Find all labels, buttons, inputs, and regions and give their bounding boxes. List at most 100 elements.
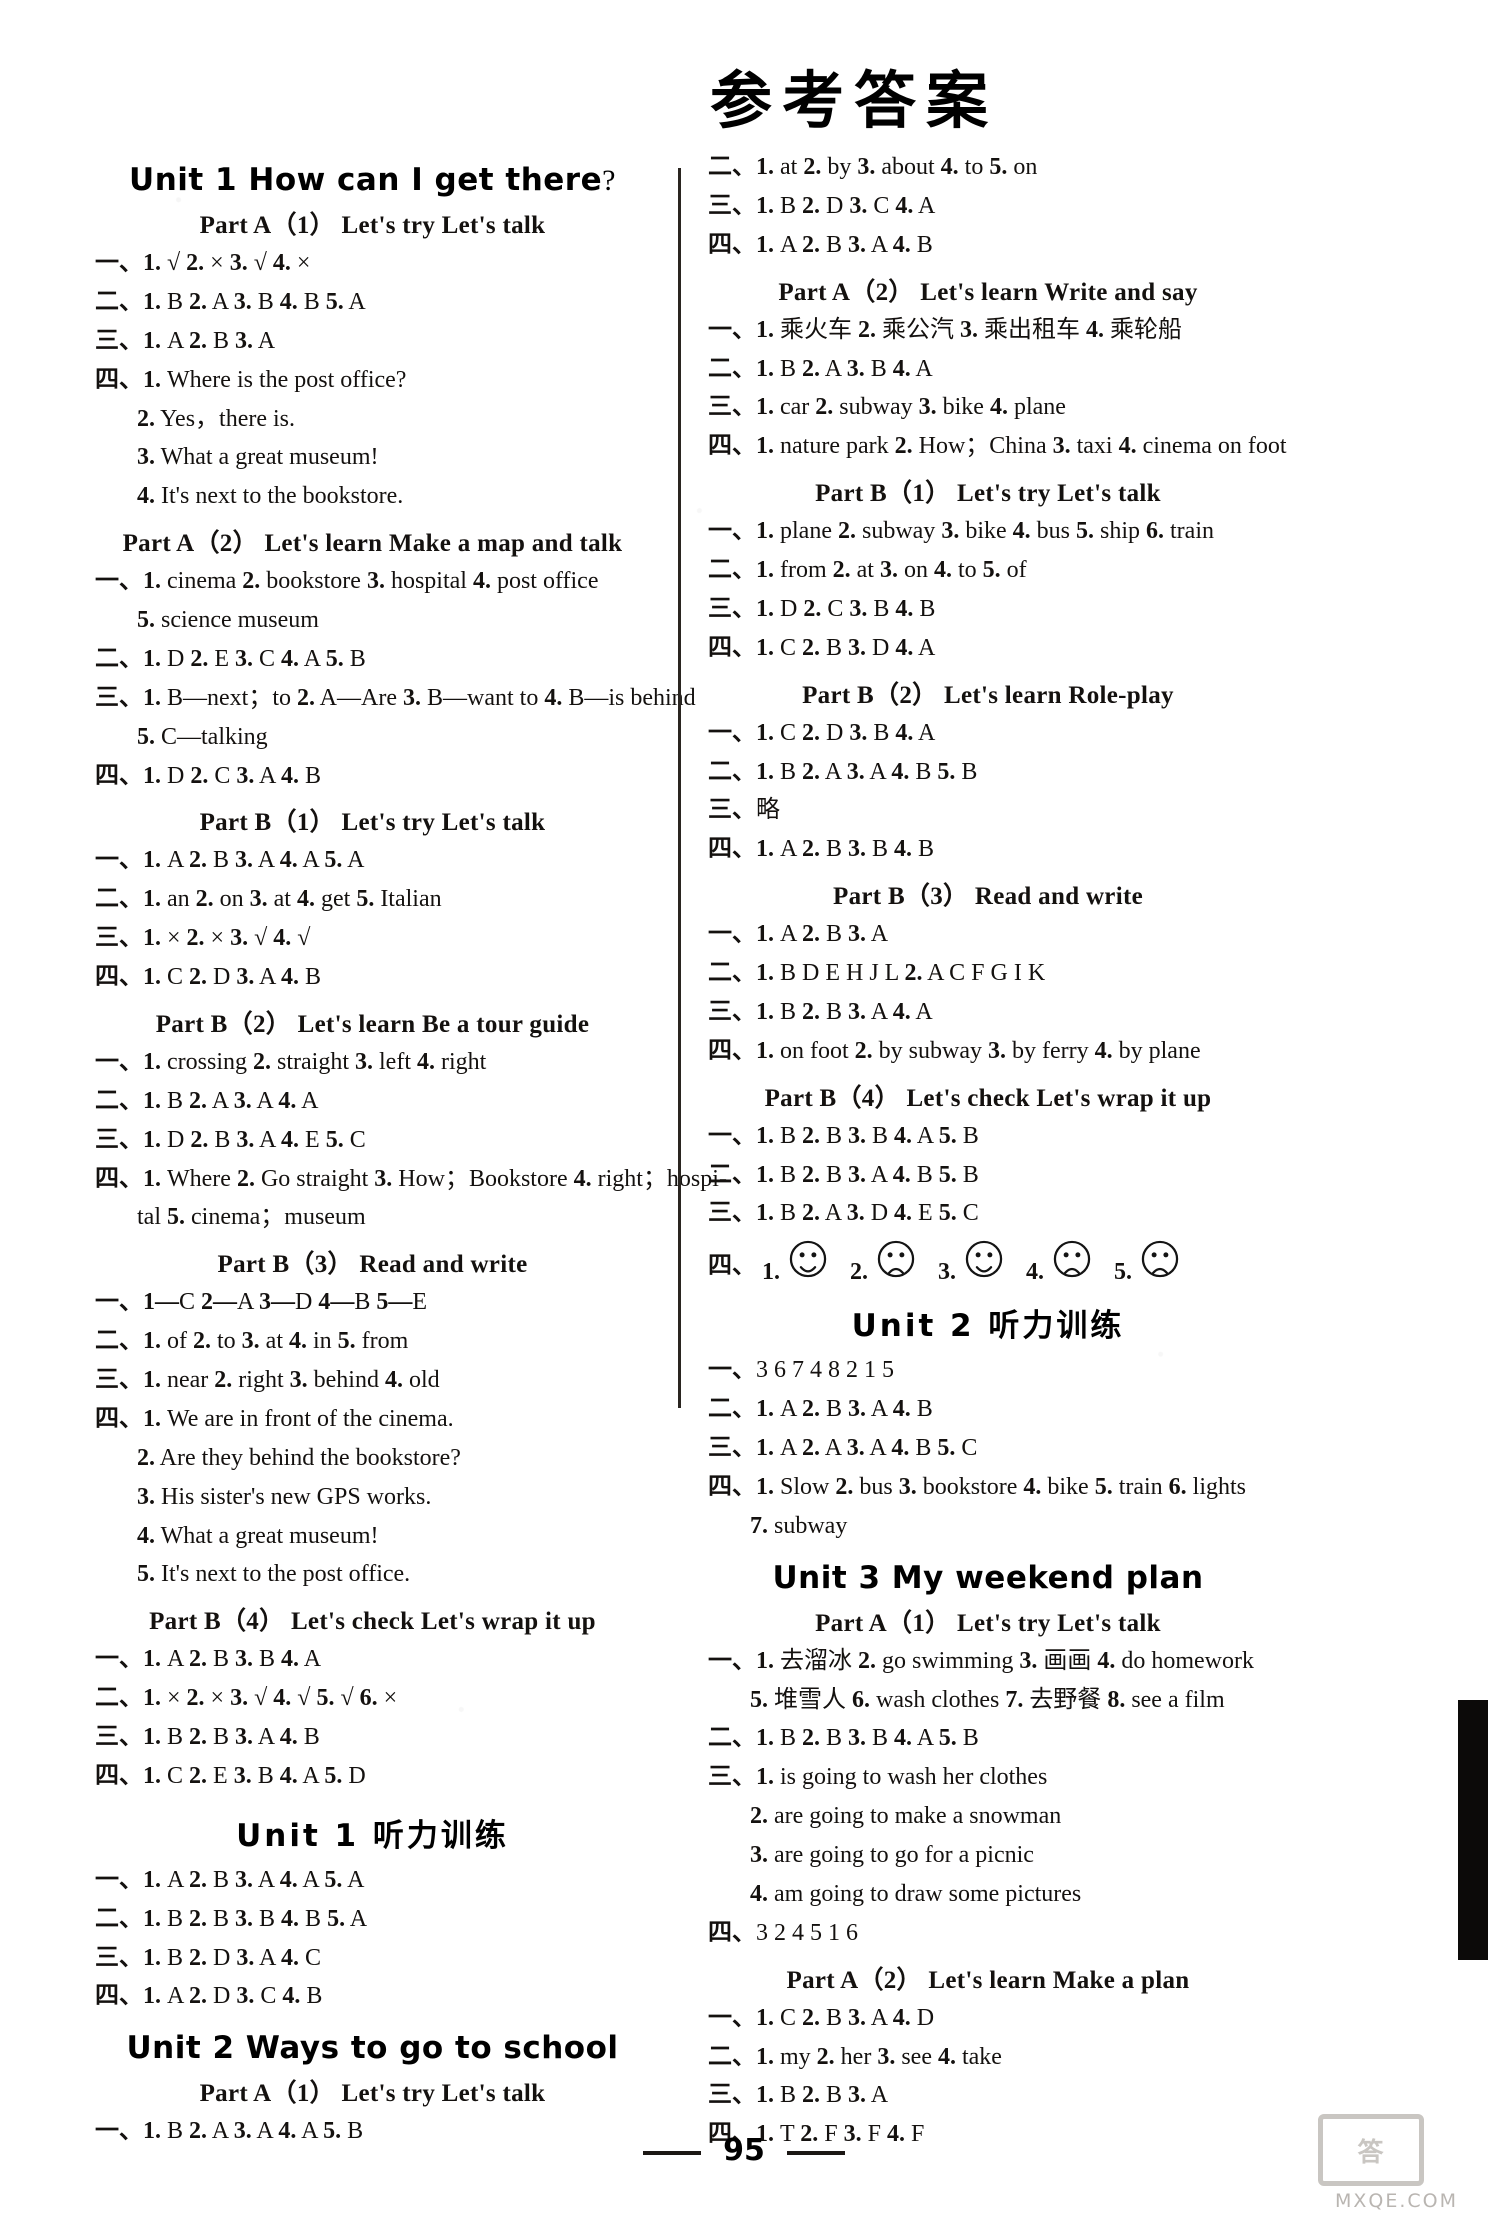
answer-number: 2. — [803, 595, 822, 622]
answer-line: 一、1. cinema 2. bookstore 3. hospital 4. … — [95, 568, 599, 595]
answer-number: 2. — [186, 925, 205, 952]
answer-number: 4. — [278, 1087, 297, 1114]
answer-number: 3. — [241, 1328, 260, 1355]
answer-group-label: 三、 — [95, 1126, 143, 1153]
answer-line: 四、1. A 2. B 3. A 4. B — [708, 231, 933, 258]
answer-group-label: 四、 — [708, 1037, 756, 1064]
answer-number: 2. — [242, 568, 261, 595]
answer-line: tal 5. cinema；museum — [137, 1204, 366, 1231]
answer-number: 3. — [235, 1724, 254, 1750]
unit-heading: Unit 2 Ways to go to school — [126, 2030, 619, 2067]
answer-number: 3. — [846, 355, 865, 382]
answer-group-label: 二、 — [95, 1087, 143, 1114]
answer-number: 2. — [189, 1087, 208, 1114]
answer-line: 5. science museum — [137, 607, 319, 633]
answer-number: 2. — [802, 758, 821, 785]
answer-number: 2. — [802, 1200, 821, 1227]
answer-line-faces: 四、 1. 2. 3. 4. 5. — [708, 1239, 1268, 1286]
answer-number: 5. — [137, 723, 155, 750]
answer-line: 三、1. B 2. B 3. A 4. A — [708, 998, 933, 1025]
answer-line: 4. It's next to the bookstore. — [137, 483, 404, 510]
answer-number: 1. — [756, 518, 774, 545]
part-heading: Part A（2） Let's learn Write and say — [778, 278, 1198, 306]
answer-group-label: 一、 — [708, 1357, 756, 1384]
part-heading: Part B（3） Read and write — [217, 1251, 528, 1279]
answer-number: 4. — [895, 634, 914, 661]
answer-line: 三、1. × 2. × 3. √ 4. √ — [95, 925, 311, 952]
answer-number: 4. — [895, 595, 914, 622]
answer-line: 三、1. A 2. B 3. A — [95, 327, 276, 354]
answer-number: 1. — [143, 1087, 161, 1114]
answer-group-label: 三、 — [708, 1200, 756, 1227]
answer-number: 4. — [384, 1367, 403, 1393]
answer-number: 3. — [848, 2004, 867, 2031]
answer-number: 2. — [189, 1866, 208, 1893]
answer-line: 三、1. B 2. D 3. A 4. C — [95, 1944, 322, 1971]
answer-number: 1. — [756, 634, 774, 661]
answer-number: 2. — [189, 1983, 208, 2010]
answer-number: 4. — [750, 1880, 768, 1907]
face-answer-item: 2. — [850, 1239, 916, 1286]
answer-line: 二、1. D 2. E 3. C 4. A 5. B — [95, 645, 366, 672]
answer-number: 1. — [143, 847, 161, 874]
answer-line: 四、1. Where 2. Go straight 3. How；Booksto… — [95, 1165, 727, 1192]
page-title: 参考答案 — [709, 64, 998, 137]
answer-number: 4. — [279, 847, 298, 874]
answer-line: 二、1. B 2. A 3. A 4. A — [95, 1087, 319, 1114]
answer-number: 2. — [190, 1126, 209, 1153]
answer-number: 3. — [289, 1367, 308, 1393]
answer-number: 3. — [877, 2043, 896, 2070]
answer-number: 2. — [803, 154, 822, 180]
answer-line: 一、1. crossing 2. straight 3. left 4. rig… — [95, 1048, 487, 1075]
answer-line: 三、1. B 2. D 3. C 4. A — [708, 192, 936, 219]
answer-number: 2. — [802, 1122, 821, 1149]
answer-line: 三、1. near 2. right 3. behind 4. old — [95, 1367, 440, 1393]
answer-group-label: 一、 — [708, 316, 756, 343]
answer-group-label: 一、 — [95, 1646, 143, 1673]
answer-number: 3. — [230, 925, 249, 952]
answer-number: 1. — [143, 925, 161, 952]
answer-line: 5. 堆雪人 6. wash clothes 7. 去野餐 8. see a f… — [750, 1686, 1225, 1713]
answer-group-label: 二、 — [95, 288, 143, 315]
answer-number: 3. — [848, 231, 867, 258]
answer-number: 1. — [756, 1161, 774, 1188]
answer-group-label: 二、 — [95, 645, 143, 672]
answer-group-label: 二、 — [708, 557, 756, 583]
answer-line: 2. are going to make a snowman — [750, 1803, 1062, 1830]
answer-number: 2. — [802, 1396, 821, 1423]
answer-number: 3. — [846, 1200, 865, 1227]
answer-number: 2. — [802, 2082, 821, 2109]
answer-line: 三、1. D 2. B 3. A 4. E 5. C — [95, 1126, 366, 1153]
answer-number: 1. — [143, 1126, 161, 1153]
answer-number: 1. — [143, 1762, 161, 1789]
answer-number: 1. — [756, 2004, 774, 2031]
answer-number: 4. — [279, 1762, 298, 1789]
answer-number: 1. — [756, 1473, 774, 1500]
answer-number: 4. — [281, 1944, 300, 1971]
answer-line: 4. am going to draw some pictures — [750, 1880, 1082, 1907]
sad-face-icon — [876, 1241, 916, 1285]
answer-number: 3. — [229, 250, 248, 276]
answer-number: 2. — [189, 1905, 208, 1932]
answer-number: 4. — [891, 1435, 910, 1461]
answer-group-label: 三、 — [708, 1435, 756, 1461]
answer-number: 2. — [195, 886, 214, 913]
answer-number: 5. — [1075, 518, 1094, 545]
answer-number: 3. — [848, 1725, 867, 1752]
answer-group-label: 一、 — [708, 1122, 756, 1149]
answer-line: 二、1. of 2. to 3. at 4. in 5. from — [95, 1328, 409, 1355]
answer-number: 1. — [143, 568, 161, 595]
answer-group-label: 二、 — [708, 1396, 756, 1423]
answer-number: 4. — [989, 394, 1008, 421]
answer-line: 二、1. from 2. at 3. on 4. to 5. of — [708, 557, 1027, 583]
answer-number: 5. — [750, 1686, 768, 1713]
answer-number: 3. — [848, 921, 867, 948]
answer-number: 1. — [756, 192, 774, 219]
answer-group-label: 二、 — [708, 960, 756, 986]
answer-number: 3. — [988, 1037, 1006, 1064]
answer-group-label: 一、 — [95, 1289, 143, 1316]
answer-group-label: 三、 — [95, 1367, 143, 1393]
answer-number: 2. — [816, 2043, 835, 2070]
answer-number: 3. — [849, 719, 868, 746]
answer-line: 四、3 2 4 5 1 6 — [708, 1919, 858, 1946]
